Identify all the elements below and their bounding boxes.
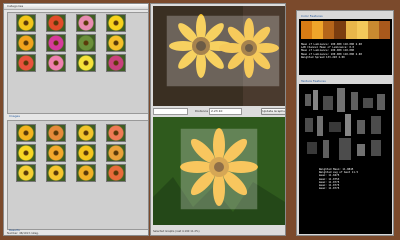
thumbnail-tile[interactable] [42,34,70,52]
thumbnail-image[interactable] [106,144,126,162]
thumbnail-image[interactable] [16,54,36,72]
center-window: Distance 2.23·10 Update Graphs Selected … [150,3,286,236]
flower-photo-bottom [153,117,285,225]
thumbnail-image[interactable] [46,144,66,162]
thumbnail-image[interactable] [16,14,36,32]
thumbnail-tile[interactable] [42,124,70,142]
thumbnail-tile[interactable] [72,34,100,52]
thumbnail-image[interactable] [16,124,36,142]
color-features-panel: Mean of Luminance: 100.000 110.000 2.00 L… [299,19,392,75]
thumbnail-image[interactable] [16,164,36,182]
thumbnail-image[interactable] [46,14,66,32]
thumbnail-tile[interactable] [102,144,130,162]
thumbnail-image[interactable] [16,144,36,162]
texture-features-text: Weighted Mean: 11.0845 Weighted avg of be… [319,168,358,190]
thumbnail-image[interactable] [106,54,126,72]
thumbnail-image[interactable] [46,34,66,52]
thumbnail-tile[interactable] [12,124,40,142]
thumbnail-tile[interactable] [72,144,100,162]
bottom-thumbnail-grid [12,124,130,182]
thumbnail-image[interactable] [46,124,66,142]
thumbnail-tile[interactable] [42,164,70,182]
thumbnail-tile[interactable] [12,54,40,72]
color-bar [345,21,357,39]
thumbnail-tile[interactable] [12,34,40,52]
thumbnail-tile[interactable] [42,54,70,72]
thumbnail-image[interactable] [76,34,96,52]
distance-label: Distance [195,109,209,113]
feature-line: Weighted Spread 133.220 2.00 [301,55,345,59]
thumbnail-tile[interactable] [102,124,130,142]
thumbnail-tile[interactable] [12,164,40,182]
texture-histogram [305,88,385,160]
thumbnail-image[interactable] [16,34,36,52]
thumbnail-image[interactable] [106,34,126,52]
thumbnail-image[interactable] [76,54,96,72]
color-bar [378,21,390,39]
thumbnail-image[interactable] [46,164,66,182]
thumbnail-tile[interactable] [42,144,70,162]
color-bar [323,21,335,39]
flower-photo-top [153,6,285,106]
thumbnail-tile[interactable] [72,14,100,32]
images-caption: Images [9,114,20,118]
thumbnail-tile[interactable] [102,14,130,32]
texture-features-title: Texture Features [301,79,326,83]
left-window-titlebar: Categories [4,4,148,10]
thumbnail-image[interactable] [76,14,96,32]
thumbnail-image[interactable] [46,54,66,72]
update-graphs-button[interactable]: Update Graphs [261,108,285,115]
thumbnail-image[interactable] [76,144,96,162]
top-thumbnail-grid [12,14,130,72]
color-bar [367,21,379,39]
thumbnail-tile[interactable] [12,144,40,162]
result-image [153,117,285,225]
color-bar [312,21,324,39]
thumbnail-tile[interactable] [72,54,100,72]
thumbnail-image[interactable] [106,14,126,32]
color-features-text: Mean of Luminance: 100.000 110.000 2.00 L… [301,43,362,59]
texture-features-panel: Weighted Mean: 11.0845 Weighted avg of be… [299,84,392,234]
distance-field[interactable]: 2.23·10 [209,108,242,115]
color-histogram [301,21,390,39]
thumbnail-tile[interactable] [42,14,70,32]
thumbnail-tile[interactable] [102,54,130,72]
color-bar [334,21,346,39]
center-footer-text: Selected Graphs (rest 4.190 11.2%) [153,230,200,233]
thumbnail-image[interactable] [76,164,96,182]
thumbnail-image[interactable] [106,164,126,182]
color-bar [301,21,313,39]
thumbnail-tile[interactable] [102,34,130,52]
color-features-title: Color Features [301,14,323,18]
color-bar [356,21,368,39]
feature-line: mean: 11.0775 [319,187,340,191]
thumbnail-tile[interactable] [12,14,40,32]
thumbnail-image[interactable] [106,124,126,142]
query-image [153,6,285,106]
image-path-field[interactable] [153,108,188,115]
thumbnail-tile[interactable] [72,124,100,142]
thumbnail-image[interactable] [76,124,96,142]
thumbnail-tile[interactable] [72,164,100,182]
right-window: Color Features Mean of Luminance: 100.00… [296,10,394,236]
thumbnail-tile[interactable] [102,164,130,182]
left-window: Categories Images Results Number: 46/101… [3,3,149,236]
status-text: Number: 46/1013 categ. [7,232,39,235]
